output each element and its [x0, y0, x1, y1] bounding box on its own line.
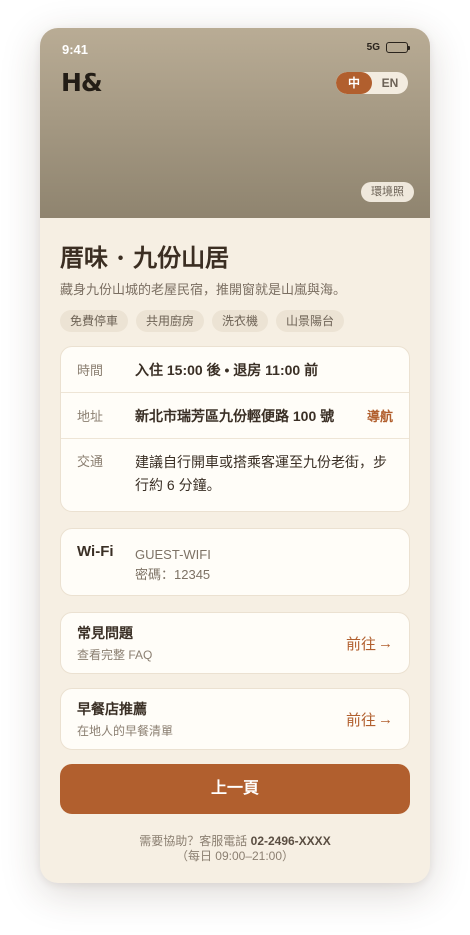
faq-card[interactable]: 常見問題 查看完整 FAQ 前往 → — [60, 612, 410, 674]
time-value: 入住 15:00 後 • 退房 11:00 前 — [135, 361, 319, 378]
info-row-address: 地址 新北市瑞芳區九份輕便路 100 號 導航 — [61, 393, 409, 439]
address-label: 地址 — [77, 409, 104, 424]
breakfast-subtitle: 在地人的早餐清單 — [77, 724, 174, 738]
back-button[interactable]: 上一頁 — [60, 764, 410, 814]
navigate-link[interactable]: 導航 — [367, 406, 393, 425]
wifi-ssid: GUEST-WIFI — [135, 547, 211, 562]
lang-en-button[interactable]: EN — [372, 72, 408, 94]
transport-label: 交通 — [77, 454, 104, 469]
faq-subtitle: 查看完整 FAQ — [77, 648, 153, 662]
breakfast-card[interactable]: 早餐店推薦 在地人的早餐清單 前往 → — [60, 688, 410, 750]
wifi-password: 密碼：12345 — [135, 567, 211, 582]
transport-value: 建議自行開車或搭乘客運至九份老街，步行約 6 分鐘。 — [135, 454, 387, 493]
info-card: 時間 入住 15:00 後 • 退房 11:00 前 地址 新北市瑞芳區九份輕便… — [60, 346, 410, 512]
wifi-details: GUEST-WIFI 密碼：12345 — [135, 545, 211, 582]
environment-photos-button[interactable]: 環境照 — [361, 182, 414, 202]
language-toggle: 中 EN — [336, 72, 408, 94]
help-phone[interactable]: 02-2496-XXXX — [251, 834, 331, 848]
help-footer: 需要協助？客服電話 02-2496-XXXX （每日 09:00–21:00） — [60, 834, 410, 864]
lang-zh-button[interactable]: 中 — [336, 72, 372, 94]
property-subtitle: 藏身九份山城的老屋民宿，推開窗就是山嵐與海。 — [60, 282, 347, 297]
faq-title: 常見問題 — [77, 625, 133, 641]
main-content: 厝味 · 九份山居 藏身九份山城的老屋民宿，推開窗就是山嵐與海。 免費停車 共用… — [60, 238, 410, 864]
faq-go-label: 前往 — [345, 635, 376, 653]
property-title: 厝味 · 九份山居 — [60, 243, 230, 272]
arrow-right-icon: → — [378, 634, 393, 652]
network-indicator: 5G — [366, 42, 380, 53]
amenity-tag: 洗衣機 — [212, 310, 269, 332]
address-value: 新北市瑞芳區九份輕便路 100 號 — [135, 407, 335, 424]
breakfast-go-link[interactable]: 前往 → — [346, 709, 393, 730]
amenity-tag: 山景陽台 — [276, 310, 345, 332]
faq-go-link[interactable]: 前往 → — [346, 633, 393, 654]
amenity-tag: 共用廚房 — [136, 310, 205, 332]
wifi-label: Wi-Fi — [77, 543, 114, 560]
phone-frame: 9:41 5G H& 中 EN 環境照 厝味 · 九份山居 藏身九份山城的老屋民… — [40, 28, 430, 883]
status-time: 9:41 — [62, 42, 89, 57]
breakfast-title: 早餐店推薦 — [77, 701, 147, 717]
brand-logo: H& — [61, 68, 103, 97]
status-bar-right: 5G — [366, 42, 410, 53]
time-label: 時間 — [77, 363, 104, 378]
help-hours: （每日 09:00–21:00） — [175, 849, 295, 863]
hero-image: 9:41 5G H& 中 EN 環境照 — [40, 28, 430, 218]
battery-icon — [386, 42, 410, 53]
info-row-time: 時間 入住 15:00 後 • 退房 11:00 前 — [61, 347, 409, 393]
wifi-card: Wi-Fi GUEST-WIFI 密碼：12345 — [60, 528, 410, 596]
info-row-transport: 交通 建議自行開車或搭乘客運至九份老街，步行約 6 分鐘。 — [61, 439, 409, 511]
help-prefix: 需要協助？客服電話 — [139, 834, 251, 848]
amenity-tag: 免費停車 — [60, 310, 129, 332]
breakfast-go-label: 前往 — [345, 711, 376, 729]
amenity-tags: 免費停車 共用廚房 洗衣機 山景陽台 — [60, 310, 410, 332]
arrow-right-icon: → — [378, 710, 393, 728]
